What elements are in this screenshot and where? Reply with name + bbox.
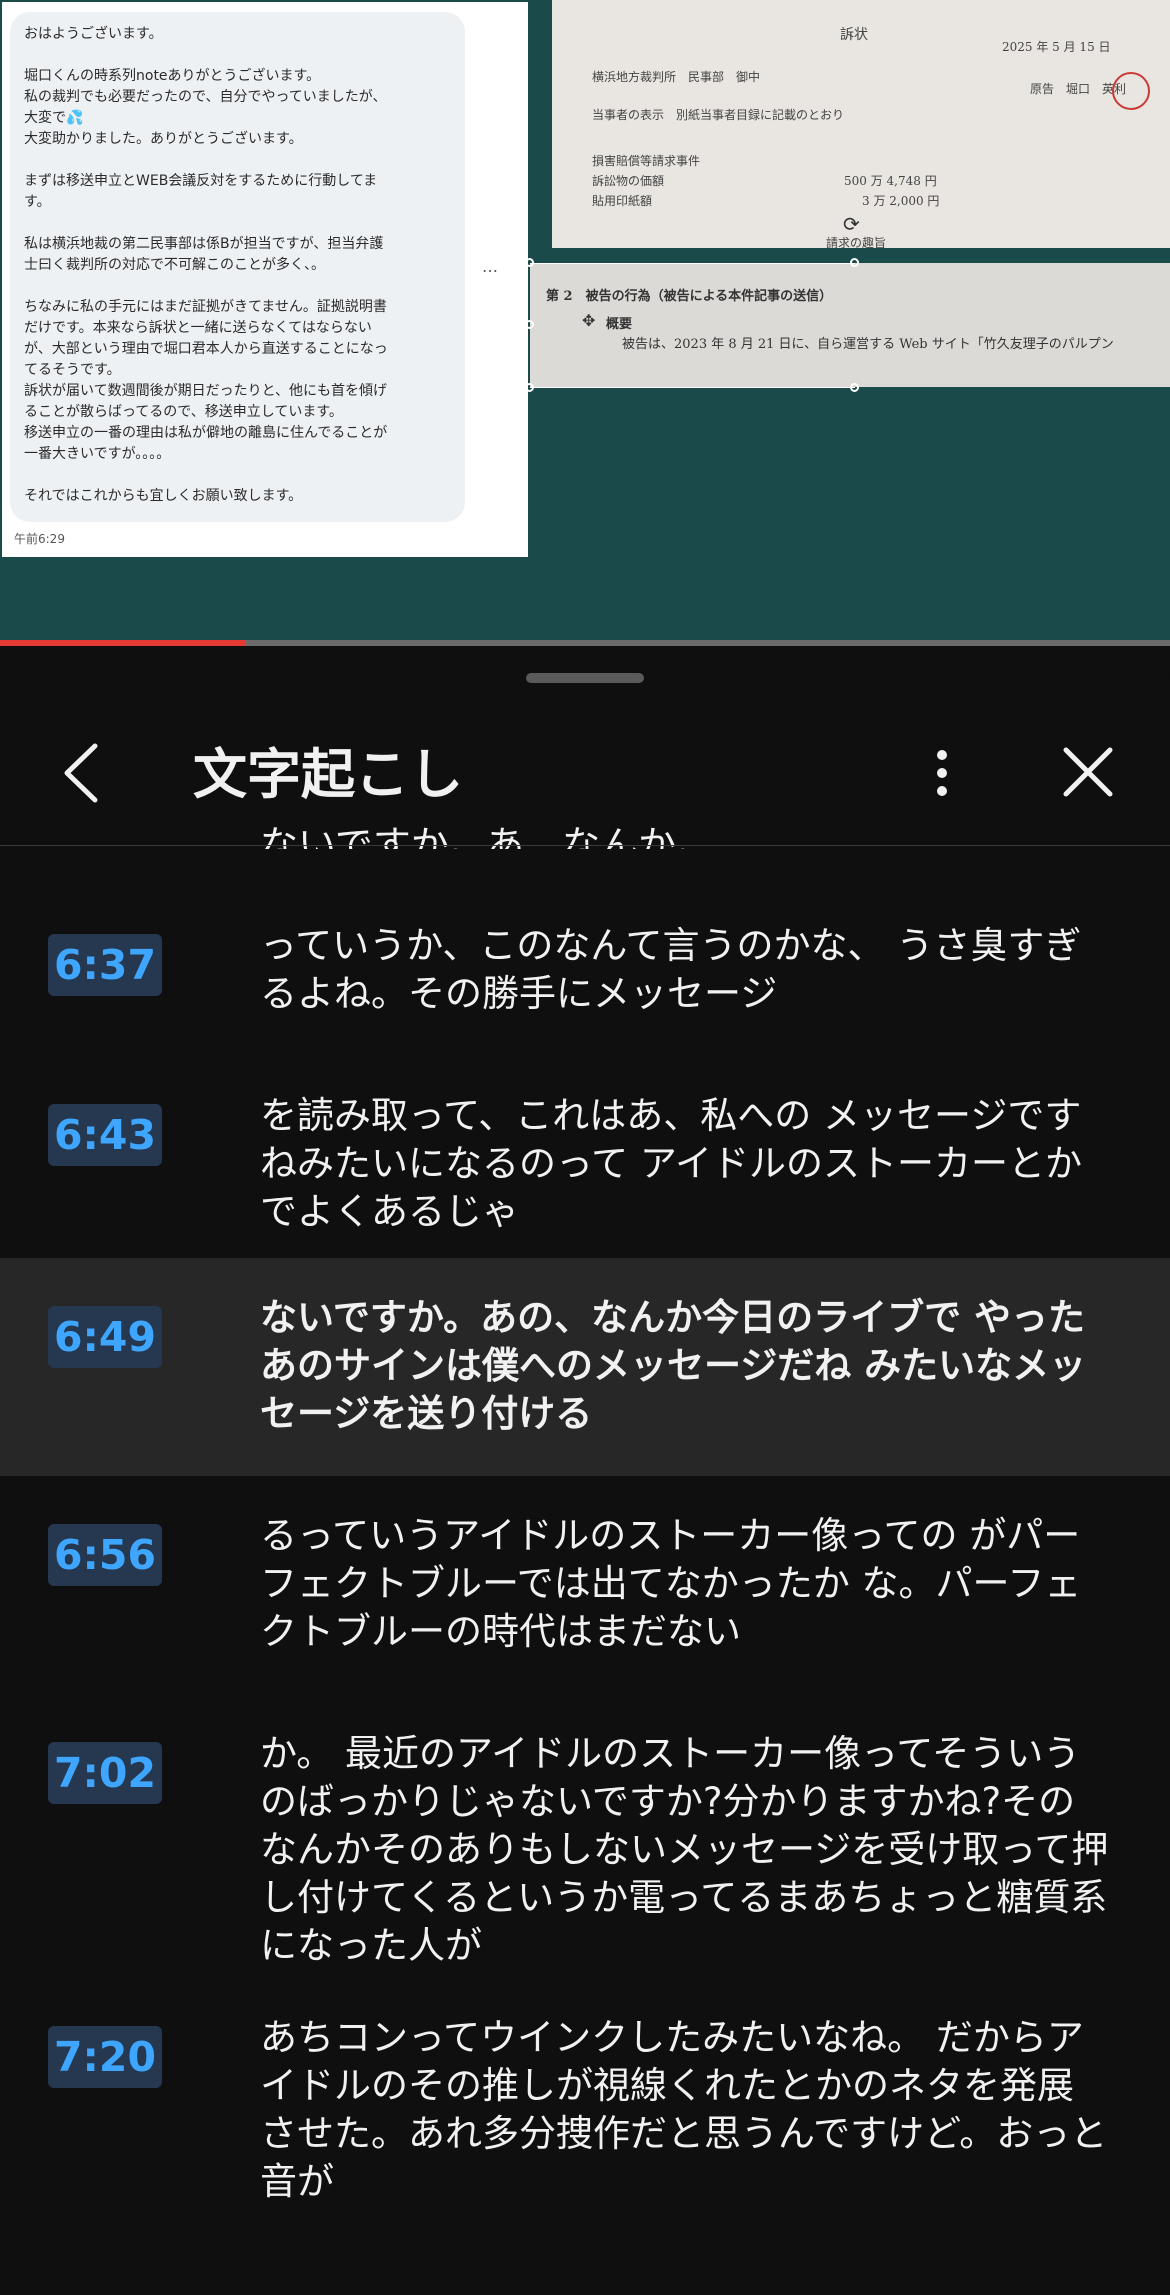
transcript-segment[interactable]: 7:02 か。 最近のアイドルのストーカー像ってそういうのばっかりじゃないですか?… — [0, 1694, 1170, 1978]
video-progress-fill — [0, 640, 246, 646]
chat-more-icon: … — [482, 257, 498, 276]
transcript-segment[interactable]: 7:20 あちコンってウインクしたみたいなね。 だからアイドルのその推しが視線くれ… — [0, 1978, 1170, 2218]
resize-handle[interactable] — [525, 383, 534, 392]
segment-text: るっていうアイドルのストーカー像っての がパーフェクトブルーでは出てなかったか … — [260, 1514, 1082, 1653]
resize-handle[interactable] — [850, 383, 859, 392]
document-stamp-label: 貼用印紙額 — [592, 194, 653, 208]
close-icon — [1063, 747, 1113, 797]
chat-screenshot: おはようございます。 堀口くんの時系列noteありがとうございます。 私の裁判で… — [2, 2, 528, 557]
segment-text: あちコンってウインクしたみたいなね。 だからアイドルのその推しが視線くれたとかの… — [260, 2016, 1108, 2203]
document-selection: 第 2 被告の行為（被告による本件記事の送信） 概要 被告は、2023 年 8 … — [530, 263, 1170, 387]
segment-timestamp-button[interactable]: 6:56 — [48, 1524, 162, 1586]
resize-handle[interactable] — [525, 258, 534, 267]
document-section2-sub: 概要 — [606, 317, 633, 332]
document-section-partial: 請求の趣旨 — [826, 236, 887, 250]
seal-stamp — [1112, 72, 1150, 110]
transcript-segment[interactable]: 6:49 ないですか。あの、なんか今日のライブで やったあのサインは僕へのメッセー… — [0, 1258, 1170, 1476]
document-section2-body: 被告は、2023 年 8 月 21 日に、自ら運営する Web サイト「竹久友理… — [622, 337, 1114, 352]
segment-text: か。 最近のアイドルのストーカー像ってそういうのばっかりじゃないですか?分かりま… — [260, 1732, 1109, 1967]
document-title: 訴状 — [840, 27, 868, 43]
video-progress-bar[interactable] — [0, 640, 1170, 646]
sweat-emoji-icon: 💦 — [66, 110, 84, 126]
cursor-icon: ✥ — [582, 311, 596, 330]
chat-timestamp: 午前6:29 — [14, 532, 65, 546]
transcript-segment[interactable]: 6:37 っていうか、このなんて言うのかな、 うさ臭すぎるよね。その勝手にメッセー… — [0, 886, 1170, 1056]
rotate-handle-icon[interactable]: ⟳ — [843, 212, 860, 236]
transcript-segment[interactable]: 6:43 を読み取って、これはあ、私への メッセージですねみたいになるのって アイ… — [0, 1056, 1170, 1278]
document-case: 損害賠償等請求事件 — [592, 154, 701, 168]
more-options-button[interactable] — [920, 738, 964, 808]
segment-timestamp-button[interactable]: 7:02 — [48, 1742, 162, 1804]
chat-message: おはようございます。 堀口くんの時系列noteありがとうございます。 私の裁判で… — [24, 26, 388, 504]
segment-text: っていうか、このなんて言うのかな、 うさ臭すぎるよね。その勝手にメッセージ — [260, 924, 1082, 1015]
selection-border — [530, 387, 855, 388]
segment-timestamp-button[interactable]: 6:49 — [48, 1306, 162, 1368]
document-parties: 当事者の表示 別紙当事者目録に記載のとおり — [592, 108, 845, 122]
drag-handle[interactable] — [526, 673, 644, 683]
close-button[interactable] — [1058, 742, 1118, 802]
segment-text: を読み取って、これはあ、私への メッセージですねみたいになるのって アイドルのス… — [260, 1094, 1083, 1233]
document-section2: 第 2 被告の行為（被告による本件記事の送信） — [546, 289, 833, 304]
document-court: 横浜地方裁判所 民事部 御中 — [592, 70, 761, 84]
chevron-left-icon — [64, 743, 98, 803]
header-divider — [0, 845, 1170, 846]
transcript-panel: 文字起こし ないですか。あ、なんか。 6:37 っていうか、このなんて言うのかな、… — [0, 650, 1170, 2295]
resize-handle[interactable] — [850, 258, 859, 267]
segment-text: ないですか。あの、なんか今日のライブで やったあのサインは僕へのメッセージだね … — [260, 1296, 1087, 1435]
segment-timestamp-button[interactable]: 6:43 — [48, 1104, 162, 1166]
lawsuit-document-page: 訴状 2025 年 5 月 15 日 横浜地方裁判所 民事部 御中 原告 堀口 … — [552, 0, 1170, 250]
document-claim-label: 訴訟物の価額 — [592, 174, 665, 188]
segment-timestamp-button[interactable]: 6:37 — [48, 934, 162, 996]
resize-handle[interactable] — [525, 320, 534, 329]
back-button[interactable] — [55, 738, 115, 808]
panel-title: 文字起こし — [193, 743, 463, 806]
segment-timestamp-button[interactable]: 7:20 — [48, 2026, 162, 2088]
chat-bubble: おはようございます。 堀口くんの時系列noteありがとうございます。 私の裁判で… — [10, 12, 465, 522]
document-stamp-value: 3 万 2,000 円 — [862, 194, 940, 208]
document-claim-value: 500 万 4,748 円 — [844, 174, 937, 188]
document-date: 2025 年 5 月 15 日 — [1002, 40, 1111, 54]
selection-border — [530, 263, 855, 264]
transcript-segment[interactable]: 6:56 るっていうアイドルのストーカー像っての がパーフェクトブルーでは出てなか… — [0, 1476, 1170, 1694]
more-vert-icon — [937, 750, 947, 796]
video-player[interactable]: おはようございます。 堀口くんの時系列noteありがとうございます。 私の裁判で… — [0, 0, 1170, 640]
